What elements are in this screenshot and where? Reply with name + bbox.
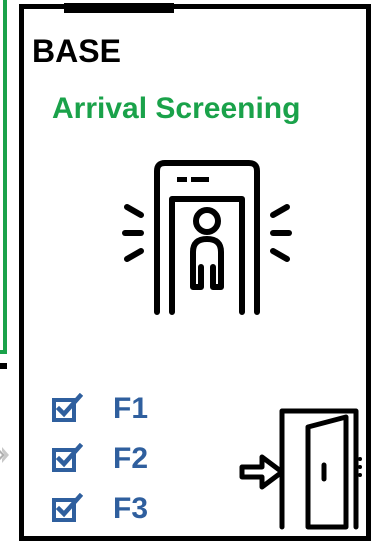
- floor-label: F1: [113, 392, 149, 425]
- checklist-item: F3: [51, 487, 148, 531]
- checked-box-icon: [52, 443, 83, 472]
- card-subtitle: Arrival Screening: [52, 92, 301, 125]
- checklist-item: F2: [51, 437, 148, 481]
- floor-checklist: F1 F2 F3: [51, 387, 148, 537]
- adjacent-card-edge: [0, 0, 7, 354]
- adjacent-card-marker: [0, 363, 7, 369]
- checklist-item: F1: [51, 387, 148, 431]
- checked-box-icon: [52, 493, 83, 522]
- card-title: BASE: [32, 33, 121, 69]
- floor-label: F2: [113, 442, 149, 475]
- security-scanner-icon: [122, 160, 292, 315]
- checked-box-icon: [52, 393, 83, 422]
- diagram-canvas: BASE Arrival Screening F1 F2 F3: [0, 0, 372, 545]
- base-card: BASE Arrival Screening F1 F2 F3: [19, 3, 371, 541]
- flow-arrow-icon: [0, 447, 9, 463]
- door-entry-icon: [239, 408, 362, 530]
- floor-label: F3: [113, 492, 149, 525]
- card-header-strip: [64, 3, 174, 13]
